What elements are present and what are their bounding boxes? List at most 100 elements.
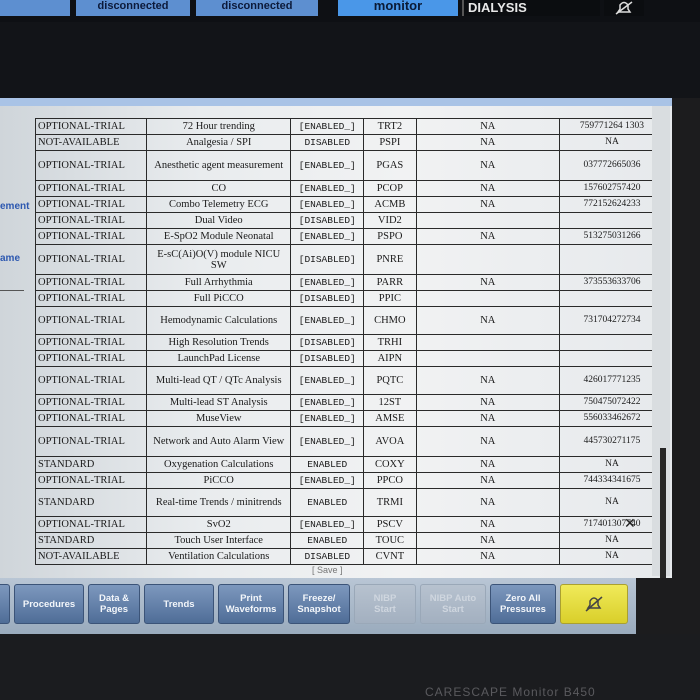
- table-row: STANDARD Oxygenation Calculations ENABLED C…: [34, 456, 666, 473]
- state-cell[interactable]: [DISABLED]: [290, 350, 365, 367]
- state-cell[interactable]: DISABLED: [290, 134, 365, 151]
- state-cell[interactable]: [ENABLED_]: [290, 366, 365, 395]
- state-cell[interactable]: [ENABLED_]: [290, 472, 365, 489]
- code-cell: AVOA: [363, 426, 417, 457]
- tab-left-partial[interactable]: [0, 0, 70, 16]
- state-cell[interactable]: [ENABLED_]: [290, 150, 365, 181]
- state-cell[interactable]: ENABLED: [290, 456, 365, 473]
- na-cell: NA: [415, 426, 560, 457]
- state-cell[interactable]: [DISABLED]: [290, 334, 365, 351]
- state-cell[interactable]: [DISABLED]: [290, 244, 365, 275]
- state-cell[interactable]: [DISABLED]: [290, 290, 365, 307]
- status-cell: STANDARD: [34, 532, 148, 549]
- code-cell: PGAS: [363, 150, 417, 181]
- procedures-button[interactable]: Procedures: [14, 584, 84, 624]
- screen-bezel-band: [0, 22, 700, 98]
- code-cell: PQTC: [363, 366, 417, 395]
- feature-cell: Multi-lead ST Analysis: [146, 394, 292, 411]
- data-pages-button[interactable]: Data & Pages: [88, 584, 140, 624]
- bell-crossed-icon[interactable]: [604, 0, 644, 16]
- key-cell: [558, 244, 666, 275]
- close-icon[interactable]: ✕: [624, 516, 636, 532]
- na-cell: NA: [415, 150, 560, 181]
- table-row: OPTIONAL-TRIAL MuseView [ENABLED_] AMSE NA 55…: [34, 410, 666, 427]
- key-cell: 037772665036: [558, 150, 666, 181]
- key-cell: NA: [558, 456, 666, 473]
- key-cell: 513275031266: [558, 228, 666, 245]
- key-cell: 157602757420: [558, 180, 666, 197]
- status-cell: OPTIONAL-TRIAL: [34, 410, 148, 427]
- code-cell: 12ST: [363, 394, 417, 411]
- key-cell: 750475072422: [558, 394, 666, 411]
- status-cell: OPTIONAL-TRIAL: [34, 290, 148, 307]
- license-table: OPTIONAL-TRIAL 72 Hour trending [ENABLED_]…: [34, 118, 666, 565]
- na-cell: [415, 244, 560, 275]
- state-cell[interactable]: [ENABLED_]: [290, 426, 365, 457]
- state-cell[interactable]: [ENABLED_]: [290, 180, 365, 197]
- table-row: NOT-AVAILABLE Ventilation Calculations DIS…: [34, 548, 666, 565]
- state-cell[interactable]: [ENABLED_]: [290, 394, 365, 411]
- tab-disconnected-2[interactable]: disconnected: [196, 0, 318, 16]
- freeze-snapshot-button[interactable]: Freeze/ Snapshot: [288, 584, 350, 624]
- state-cell[interactable]: ENABLED: [290, 532, 365, 549]
- status-cell: OPTIONAL-TRIAL: [34, 366, 148, 395]
- feature-cell: Oxygenation Calculations: [146, 456, 292, 473]
- status-cell: OPTIONAL-TRIAL: [34, 472, 148, 489]
- state-cell[interactable]: ENABLED: [290, 488, 365, 517]
- feature-cell: High Resolution Trends: [146, 334, 292, 351]
- state-cell[interactable]: [DISABLED]: [290, 212, 365, 229]
- status-cell: OPTIONAL-TRIAL: [34, 274, 148, 291]
- na-cell: [415, 212, 560, 229]
- save-button[interactable]: [ Save ]: [312, 565, 343, 575]
- alarm-audio-icon[interactable]: [560, 584, 628, 624]
- key-cell: 772152624233: [558, 196, 666, 213]
- tab-monitor[interactable]: monitor: [338, 0, 458, 16]
- key-cell: 759771264 1303: [558, 118, 666, 135]
- key-cell: NA: [558, 548, 666, 565]
- na-cell: NA: [415, 306, 560, 335]
- zero-all-pressures-button[interactable]: Zero All Pressures: [490, 584, 556, 624]
- tab-dialysis[interactable]: DIALYSIS: [462, 0, 600, 16]
- code-cell: CVNT: [363, 548, 417, 565]
- state-cell[interactable]: DISABLED: [290, 548, 365, 565]
- table-row: OPTIONAL-TRIAL CO [ENABLED_] PCOP NA 15760275…: [34, 180, 666, 197]
- status-cell: NOT-AVAILABLE: [34, 548, 148, 565]
- tab-disconnected-1[interactable]: disconnected: [76, 0, 190, 16]
- state-cell[interactable]: [ENABLED_]: [290, 196, 365, 213]
- feature-cell: Multi-lead QT / QTc Analysis: [146, 366, 292, 395]
- code-cell: CHMO: [363, 306, 417, 335]
- nibp-start-button[interactable]: NIBP Start: [354, 584, 416, 624]
- table-row: NOT-AVAILABLE Analgesia / SPI DISABLED PSPI…: [34, 134, 666, 151]
- table-row: OPTIONAL-TRIAL PiCCO [ENABLED_] PPCO NA 74433…: [34, 472, 666, 489]
- code-cell: COXY: [363, 456, 417, 473]
- na-cell: NA: [415, 516, 560, 533]
- na-cell: [415, 350, 560, 367]
- feature-cell: Hemodynamic Calculations: [146, 306, 292, 335]
- scrollbar-thumb[interactable]: [660, 448, 666, 578]
- table-row: OPTIONAL-TRIAL Network and Auto Alarm Vie…: [34, 426, 666, 457]
- table-row: OPTIONAL-TRIAL High Resolution Trends [DIS…: [34, 334, 666, 351]
- table-row: OPTIONAL-TRIAL Combo Telemetry ECG [ENABLE…: [34, 196, 666, 213]
- state-cell[interactable]: [ENABLED_]: [290, 306, 365, 335]
- state-cell[interactable]: [ENABLED_]: [290, 118, 365, 135]
- na-cell: NA: [415, 548, 560, 565]
- toolbar-button-partial[interactable]: [0, 584, 10, 624]
- state-cell[interactable]: [ENABLED_]: [290, 228, 365, 245]
- nibp-auto-start-button[interactable]: NIBP Auto Start: [420, 584, 486, 624]
- side-menu-label[interactable]: ame: [0, 253, 20, 264]
- divider: [0, 290, 24, 291]
- state-cell[interactable]: [ENABLED_]: [290, 274, 365, 291]
- state-cell[interactable]: [ENABLED_]: [290, 410, 365, 427]
- print-waveforms-button[interactable]: Print Waveforms: [218, 584, 284, 624]
- feature-cell: Full PiCCO: [146, 290, 292, 307]
- status-cell: OPTIONAL-TRIAL: [34, 516, 148, 533]
- code-cell: PARR: [363, 274, 417, 291]
- status-cell: OPTIONAL-TRIAL: [34, 196, 148, 213]
- feature-cell: E-sC(Ai)O(V) module NICU SW: [146, 244, 292, 275]
- side-menu-label[interactable]: ement: [0, 201, 29, 212]
- table-row: OPTIONAL-TRIAL Multi-lead ST Analysis [ENA…: [34, 394, 666, 411]
- state-cell[interactable]: [ENABLED_]: [290, 516, 365, 533]
- window-title-strip: [0, 98, 672, 106]
- key-cell: 373553633706: [558, 274, 666, 291]
- trends-button[interactable]: Trends: [144, 584, 214, 624]
